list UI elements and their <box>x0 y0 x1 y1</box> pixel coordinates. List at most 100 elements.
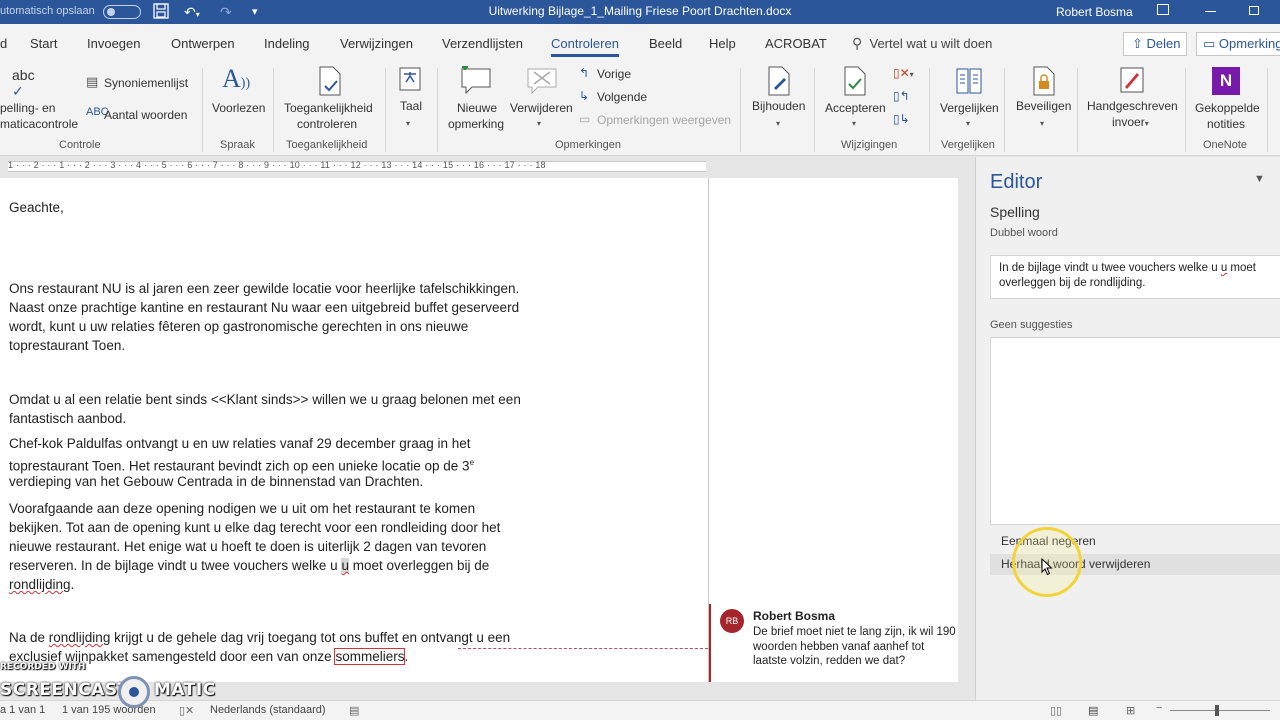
tab-verzendlijsten[interactable]: Verzendlijsten <box>442 36 523 51</box>
tab-bestand[interactable]: d <box>0 36 7 51</box>
tell-me-label: Vertel wat u wilt doen <box>869 36 993 51</box>
commented-word[interactable]: sommeliers <box>334 648 406 665</box>
editor-title: Editor <box>990 171 1043 193</box>
paragraph-line: Omdat u al een relatie bent sinds <<Klan… <box>9 392 521 407</box>
ink-dropdown-icon: ▾ <box>1144 119 1149 128</box>
issue-context: In de bijlage vindt u twee vouchers welk… <box>990 255 1280 299</box>
print-layout-icon[interactable]: ▤ <box>1088 704 1098 717</box>
watermark-small-text: RECORDED WITH <box>0 662 86 672</box>
paragraph-line: nieuwe restaurant. Het enige wat u hoeft… <box>9 539 487 554</box>
delete-dropdown-icon: ▾ <box>537 119 542 128</box>
share-icon: ⇧ <box>1132 36 1143 51</box>
delete-comment-icon <box>526 66 558 99</box>
tab-beeld[interactable]: Beeld <box>649 36 682 51</box>
suggestions-list <box>990 337 1280 525</box>
paragraph-line: rondlijding. <box>9 575 74 594</box>
paragraph-text: moet overleggen bij de <box>348 558 490 573</box>
horizontal-ruler[interactable]: 1 · · · 2 · · · 1 · · · 2 · · · 3 · · · … <box>0 157 706 177</box>
comments-label: Opmerkingen <box>1218 36 1280 51</box>
paragraph-line: Chef-kok Paldulfas ontvangt u en uw rela… <box>9 436 471 451</box>
ribbon-separator <box>273 68 274 152</box>
ink-input-label-2-text: invoer <box>1112 115 1145 129</box>
pane-options-chevron-icon[interactable]: ▼ <box>1254 173 1265 185</box>
compare-dropdown-icon: ▾ <box>966 119 971 128</box>
restore-icon[interactable] <box>1249 6 1259 15</box>
zoom-out-icon[interactable]: − <box>1156 702 1162 714</box>
previous-comment-label: Vorige <box>597 67 632 81</box>
paragraph-text: . <box>70 577 75 592</box>
linked-notes-label-1: Gekoppelde <box>1195 101 1260 115</box>
group-vergelijken: Vergelijken <box>941 139 995 151</box>
ribbon-display-options-icon[interactable] <box>1157 4 1169 15</box>
paragraph-line: reserveren. In de bijlage vindt u twee v… <box>9 556 489 575</box>
paragraph-line: verdieping van het Gebouw Centrada in de… <box>9 474 424 489</box>
tab-controleren[interactable]: Controleren <box>551 36 619 57</box>
accept-icon <box>842 66 868 99</box>
tab-indeling[interactable]: Indeling <box>264 36 310 51</box>
zoom-slider[interactable] <box>1170 710 1270 711</box>
tab-acrobat[interactable]: ACROBAT <box>765 36 827 51</box>
ribbon-separator <box>1185 68 1186 152</box>
web-layout-icon[interactable]: ⊞ <box>1126 704 1135 717</box>
paragraph-text: reserveren. In de bijlage vindt u twee v… <box>9 558 342 573</box>
previous-comment-icon: ↰ <box>579 66 590 80</box>
screencast-logo-icon <box>118 676 150 708</box>
accessibility-status-icon[interactable]: ▤ <box>349 704 359 717</box>
protect-dropdown-icon: ▾ <box>1040 119 1045 128</box>
ink-input-label-2: invoer▾ <box>1112 114 1149 132</box>
document-page[interactable]: Geachte, Ons restaurant NU is al jaren e… <box>0 178 708 682</box>
page-count[interactable]: a 1 van 1 <box>0 704 45 716</box>
paragraph-text: Na de <box>9 630 49 645</box>
accept-dropdown-icon: ▾ <box>852 119 857 128</box>
read-aloud-label: Voorlezen <box>212 101 266 115</box>
tab-verwijzingen[interactable]: Verwijzingen <box>340 36 413 51</box>
read-mode-icon[interactable]: ▯▯ <box>1050 704 1062 717</box>
proofing-icon[interactable]: ▯✕ <box>179 704 194 717</box>
ribbon-separator <box>1267 68 1268 152</box>
tab-help[interactable]: Help <box>709 36 736 51</box>
comment-connector-line <box>458 648 708 649</box>
next-change-icon[interactable]: ▯↳ <box>893 112 910 126</box>
ink-input-icon <box>1119 66 1145 99</box>
next-comment-label: Volgende <box>597 90 648 104</box>
comment-pane: RB Robert Bosma De brief moet niet te la… <box>708 178 958 682</box>
spelling-error-word[interactable]: rondlijding <box>49 630 111 645</box>
salutation: Geachte, <box>9 200 64 215</box>
editor-pane: Editor ▼ Spelling Dubbel woord In de bij… <box>975 157 1280 700</box>
user-name[interactable]: Robert Bosma <box>1056 5 1133 19</box>
tab-ontwerpen[interactable]: Ontwerpen <box>171 36 235 51</box>
editor-section: Spelling <box>990 204 1040 220</box>
paragraph-line: fantastisch aanbod. <box>9 411 127 426</box>
comments-button[interactable]: ▭ Opmerkingen <box>1196 32 1280 56</box>
minimize-icon[interactable] <box>1205 11 1216 12</box>
compare-label: Vergelijken <box>940 101 999 115</box>
new-comment-label-1: Nieuwe <box>457 101 498 115</box>
watermark-text: MATIC <box>154 680 216 700</box>
track-changes-icon <box>766 66 792 99</box>
previous-change-icon[interactable]: ▯↰ <box>893 89 910 103</box>
zoom-slider-thumb[interactable] <box>1215 705 1219 716</box>
thesaurus-icon: ▤ <box>86 74 99 89</box>
tell-me-search[interactable]: ⚲ Vertel wat u wilt doen <box>852 35 992 52</box>
spelling-error-word[interactable]: rondlijding <box>9 577 71 592</box>
reject-icon[interactable]: ▯✕▾ <box>893 66 914 80</box>
title-bar: utomatisch opslaan ↶▾ ↷ ▾ Uitwerking Bij… <box>0 0 1280 24</box>
ink-input-label-1: Handgeschreven <box>1087 99 1178 113</box>
protect-label: Beveiligen <box>1016 99 1072 113</box>
accessibility-label-1: Toegankelijkheid <box>284 101 373 115</box>
share-button[interactable]: ⇧ Delen <box>1123 32 1187 56</box>
new-comment-icon <box>460 64 492 99</box>
paragraph-text: . <box>404 649 409 664</box>
context-text: In de bijlage vindt u twee vouchers welk… <box>999 262 1221 274</box>
tab-start[interactable]: Start <box>30 36 57 51</box>
comment-text[interactable]: De brief moet niet te lang zijn, ik wil … <box>753 625 957 671</box>
ruler-numbers: 1 · · · 2 · · · 1 · · · 2 · · · 3 · · · … <box>8 160 546 170</box>
language-status[interactable]: Nederlands (standaard) <box>210 704 326 716</box>
paragraph-line: bekijken. Tot aan de opening kunt u elke… <box>9 520 501 535</box>
watermark-text: SCREENCAST <box>0 680 130 700</box>
tab-invoegen[interactable]: Invoegen <box>87 36 141 51</box>
superscript: e <box>469 458 475 467</box>
duplicate-word-error[interactable]: u <box>341 558 349 573</box>
paragraph-line: Naast onze prachtige kantine en restaura… <box>9 300 520 315</box>
paragraph-line: Na de rondlijding krijgt u de gehele dag… <box>9 628 510 647</box>
